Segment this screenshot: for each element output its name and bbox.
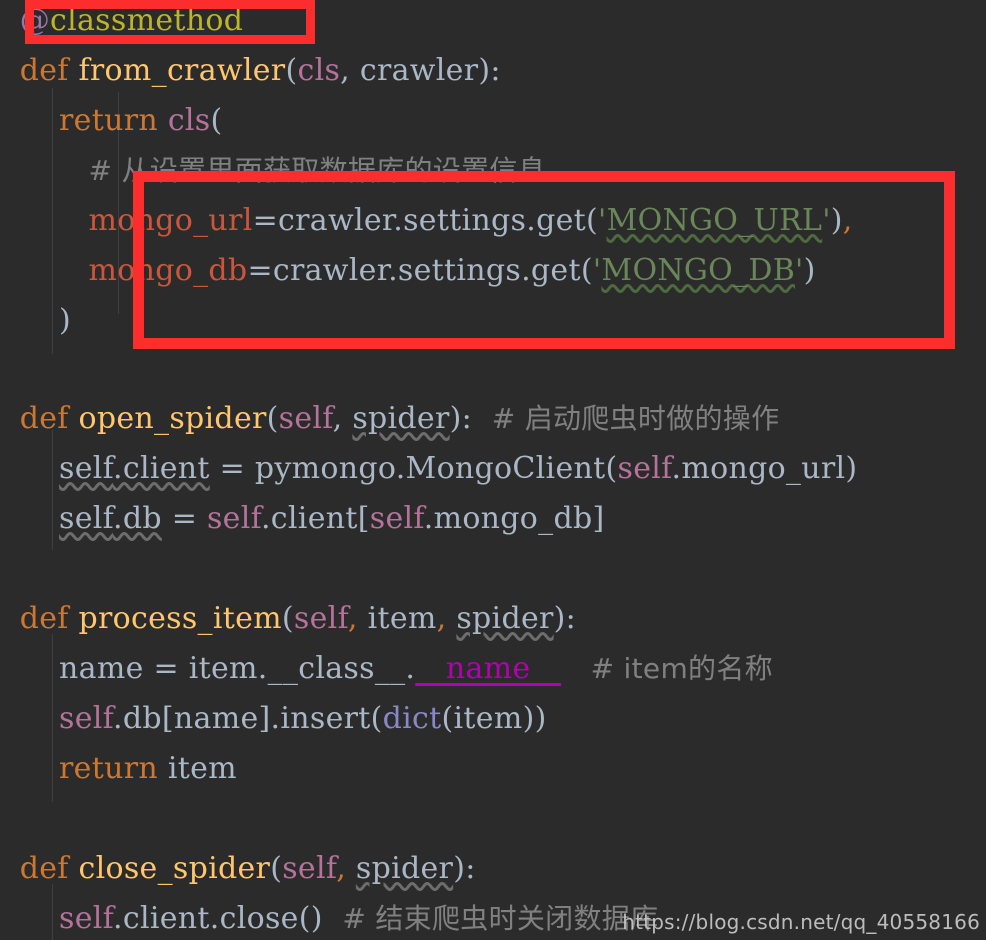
decorator-name: classmethod <box>50 3 244 38</box>
paren: ( <box>210 103 223 138</box>
code-line-comment-settings[interactable]: # 从设置里面获取数据库的设置信息 <box>0 146 986 196</box>
var-name: name <box>59 651 144 686</box>
code-line-mongo-db-kwarg[interactable]: mongo_db=crawler.settings.get('MONGO_DB'… <box>0 246 986 296</box>
self-keyword: self <box>59 501 114 536</box>
dunder-class: __class__ <box>267 651 406 686</box>
code-line-assign-client[interactable]: self.client = pymongo.MongoClient(self.m… <box>0 444 986 494</box>
keyword-def: def <box>19 601 69 636</box>
arg-spider: spider <box>456 601 554 636</box>
self-keyword: self <box>369 501 424 536</box>
inline-comment: # 启动爬虫时做的操作 <box>491 402 780 435</box>
arg-cls: cls <box>297 53 341 88</box>
self-keyword: self <box>59 901 114 936</box>
attr-db: .db <box>113 701 162 736</box>
attr-db: .db <box>113 501 162 536</box>
self-keyword: self <box>59 701 114 736</box>
code-line-return-cls[interactable]: return cls( <box>0 96 986 146</box>
kwarg-mongo-db: mongo_db <box>88 253 248 288</box>
code-editor-screenshot: @classmethod def from_crawler(cls, crawl… <box>0 0 986 940</box>
code-line-def-open-spider[interactable]: def open_spider(self, spider): # 启动爬虫时做的… <box>0 394 986 444</box>
arg-spider: spider <box>352 401 450 436</box>
closing-paren: ) <box>59 303 72 338</box>
arg-spider: spider <box>355 851 454 886</box>
code-line-def-close-spider[interactable]: def close_spider(self, spider): <box>0 844 986 894</box>
keyword-def: def <box>19 401 69 436</box>
method-insert: .insert <box>270 701 371 736</box>
crawler-settings-get-chain: crawler.settings.get <box>278 203 586 238</box>
dunder-name: __name__ <box>415 651 562 686</box>
item-object: item. <box>188 651 268 686</box>
code-line-mongo-url-kwarg[interactable]: mongo_url=crawler.settings.get('MONGO_UR… <box>0 196 986 246</box>
builtin-dict: dict <box>382 701 442 736</box>
keyword-return: return <box>59 103 158 138</box>
arg-self: self <box>293 601 348 636</box>
pymongo-mongoclient: pymongo.MongoClient <box>254 451 606 486</box>
attr-client: .client <box>260 501 358 536</box>
watermark-url: https://blog.csdn.net/qq_40558166 <box>622 910 980 934</box>
arg-item: item <box>367 601 437 636</box>
arg-self: self <box>282 851 337 886</box>
function-name-open-spider: open_spider <box>78 401 267 436</box>
self-keyword: self <box>59 451 114 486</box>
function-name-from-crawler: from_crawler <box>78 53 286 88</box>
function-name-process-item: process_item <box>78 601 282 636</box>
code-line-decorator[interactable]: @classmethod <box>0 0 986 46</box>
return-value: item <box>167 751 237 786</box>
arg-crawler: crawler <box>359 53 479 88</box>
code-line-assign-name[interactable]: name = item.__class__.__name__ # item的名称 <box>0 644 986 694</box>
self-keyword: self <box>206 501 261 536</box>
inline-comment: # item的名称 <box>590 652 773 685</box>
cls-reference: cls <box>167 103 211 138</box>
keyword-def: def <box>19 851 69 886</box>
code-line-insert-item[interactable]: self.db[name].insert(dict(item)) <box>0 694 986 744</box>
arg-self: self <box>278 401 333 436</box>
attr-mongo-db: .mongo_db <box>423 501 593 536</box>
code-line-close-paren[interactable]: ) <box>0 296 986 346</box>
crawler-settings-get-chain: crawler.settings.get <box>272 253 581 288</box>
attr-mongo-url: .mongo_url <box>671 451 846 486</box>
code-line-def-from-crawler[interactable]: def from_crawler(cls, crawler): <box>0 46 986 96</box>
paren: ( <box>285 53 298 88</box>
code-line-def-process-item[interactable]: def process_item(self, item, spider): <box>0 594 986 644</box>
self-keyword: self <box>617 451 672 486</box>
attr-client: .client <box>113 451 210 486</box>
arg-item: item <box>453 701 523 736</box>
key-name: name <box>173 701 259 736</box>
code-line-return-item[interactable]: return item <box>0 744 986 794</box>
string-mongo-db: MONGO_DB <box>601 253 796 288</box>
string-mongo-url: MONGO_URL <box>606 203 823 238</box>
keyword-return: return <box>59 751 158 786</box>
code-line-assign-db[interactable]: self.db = self.client[self.mongo_db] <box>0 494 986 544</box>
inline-comment: # 从设置里面获取数据库的设置信息 <box>88 154 546 187</box>
function-name-close-spider: close_spider <box>78 851 271 886</box>
decorator-at-sign: @ <box>19 3 50 38</box>
client-close-chain: .client.close <box>113 901 299 936</box>
kwarg-mongo-url: mongo_url <box>88 203 253 238</box>
inline-comment: # 结束爬虫时关闭数据库 <box>342 902 659 935</box>
keyword-def: def <box>19 53 69 88</box>
